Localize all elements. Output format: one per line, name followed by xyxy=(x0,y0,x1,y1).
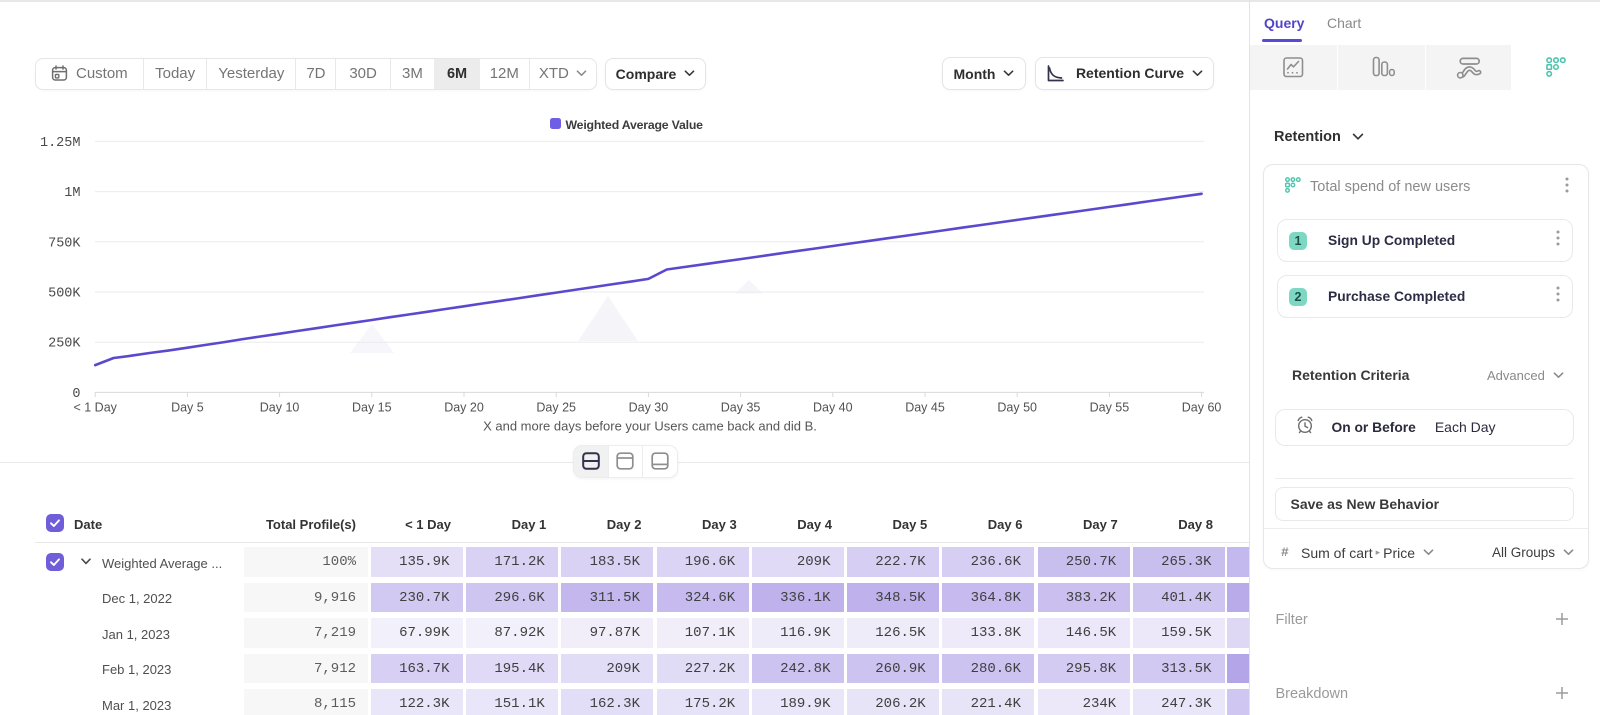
svg-text:Day 15: Day 15 xyxy=(352,401,392,415)
svg-text:250K: 250K xyxy=(48,337,81,352)
svg-text:Day 40: Day 40 xyxy=(813,401,853,415)
svg-text:X and more days before your Us: X and more days before your Users came b… xyxy=(483,419,817,434)
svg-text:Day 10: Day 10 xyxy=(260,401,300,415)
svg-text:Day 45: Day 45 xyxy=(905,401,945,415)
svg-text:Day 30: Day 30 xyxy=(629,401,669,415)
svg-text:Day 5: Day 5 xyxy=(171,401,204,415)
svg-text:Day 55: Day 55 xyxy=(1090,401,1130,415)
svg-text:750K: 750K xyxy=(48,236,81,251)
svg-text:Day 50: Day 50 xyxy=(997,401,1037,415)
svg-text:Day 60: Day 60 xyxy=(1182,401,1222,415)
svg-text:500K: 500K xyxy=(48,287,81,302)
svg-text:1M: 1M xyxy=(64,186,80,201)
svg-text:Day 35: Day 35 xyxy=(721,401,761,415)
svg-text:Day 20: Day 20 xyxy=(444,401,484,415)
svg-text:1.25M: 1.25M xyxy=(40,136,81,151)
svg-text:Day 25: Day 25 xyxy=(536,401,576,415)
svg-text:< 1 Day: < 1 Day xyxy=(73,401,117,415)
